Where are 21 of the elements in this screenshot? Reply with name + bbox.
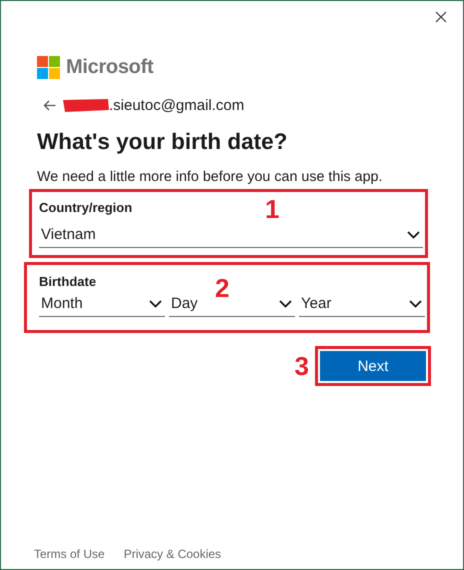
chevron-down-icon — [279, 300, 292, 308]
close-icon[interactable] — [435, 11, 447, 23]
footer-link[interactable]: Terms of Use — [34, 547, 105, 561]
annotation-number: 3 — [294, 353, 309, 379]
field-label: Birthdate — [39, 274, 96, 289]
annotation-number: 1 — [265, 196, 280, 222]
footer-link[interactable]: Privacy & Cookies — [124, 547, 222, 561]
brand-name: Microsoft — [66, 56, 154, 79]
country-select[interactable]: Vietnam — [39, 220, 423, 248]
next-button[interactable]: Next — [320, 351, 426, 381]
account-email: .sieutoc@gmail.com — [109, 96, 244, 114]
field-label: Country/region — [39, 200, 132, 215]
date-select[interactable]: Year — [299, 289, 425, 317]
back-arrow-icon[interactable] — [43, 100, 56, 110]
date-select[interactable]: Month — [39, 289, 165, 317]
info-text: We need a little more info before you can use this app. — [37, 169, 384, 185]
page-heading: What's your birth date? — [37, 129, 288, 155]
chevron-down-icon — [407, 230, 420, 238]
chevron-down-icon — [409, 300, 422, 308]
chevron-down-icon — [149, 300, 162, 308]
windows-logo-icon — [37, 56, 60, 79]
